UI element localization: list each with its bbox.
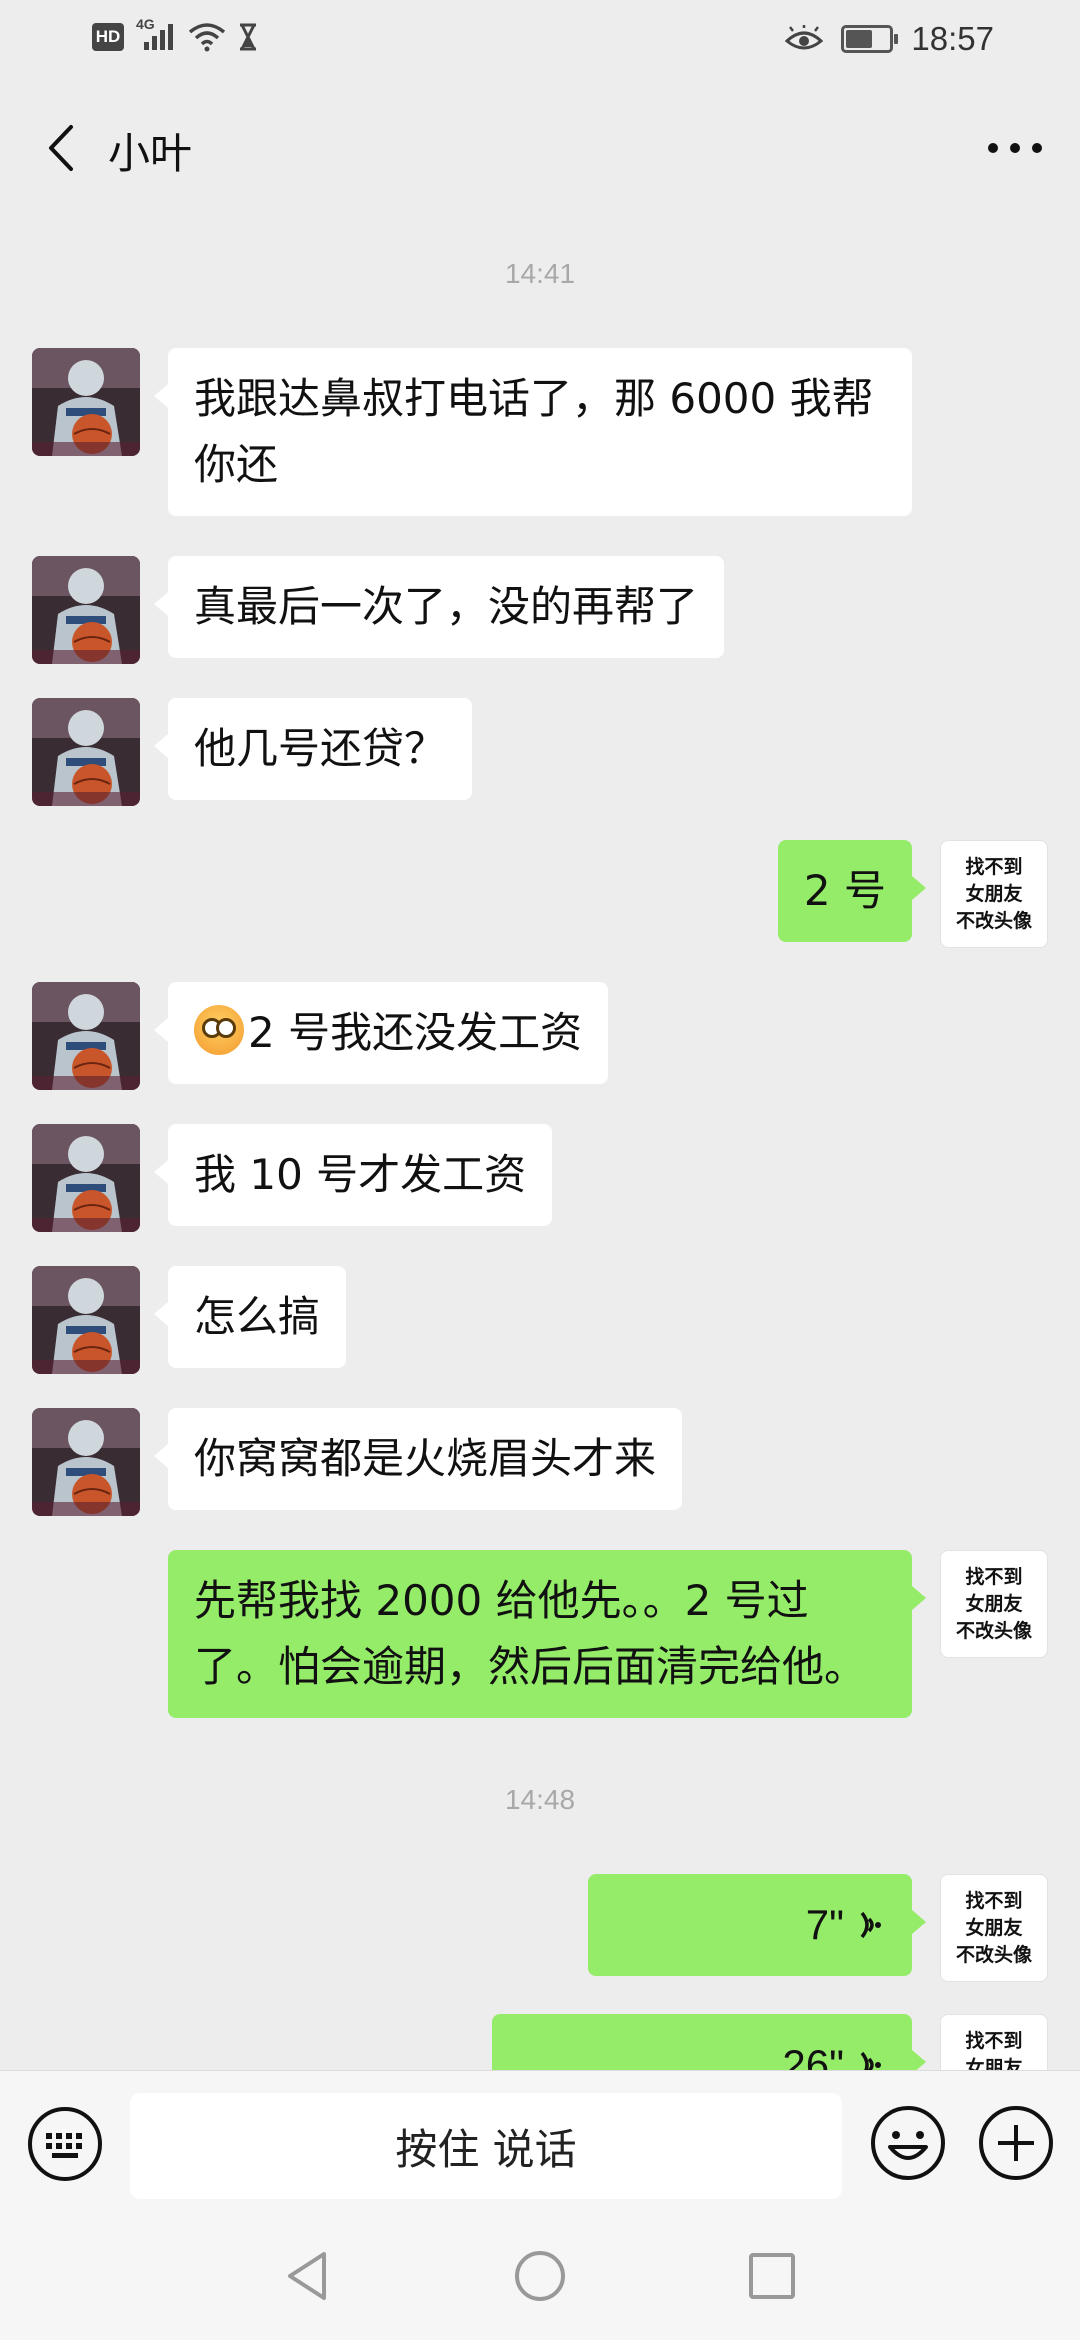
nav-back-button[interactable] — [278, 2246, 338, 2306]
battery-level-fill — [846, 30, 873, 48]
emoji-button[interactable] — [868, 2103, 948, 2183]
incoming-message[interactable]: 你窝窝都是火烧眉头才来 — [153, 1408, 683, 1510]
message-list[interactable]: 14:41 我跟达鼻叔打电话了，那 6000 我帮你还 真最后一次了，没的再帮了… — [0, 214, 1080, 2070]
status-bar: HD 4G 18:57 — [0, 0, 1080, 84]
incoming-message[interactable]: 我跟达鼻叔打电话了，那 6000 我帮你还 — [154, 348, 912, 516]
incoming-message[interactable]: 2 号我还没发工资 — [153, 982, 609, 1084]
hourglass-icon — [240, 23, 256, 51]
system-nav-bar — [0, 2212, 1080, 2340]
more-options-button[interactable] — [980, 118, 1050, 178]
voice-duration: 7" — [805, 1901, 844, 1948]
flushed-face-emoji-icon — [194, 1005, 244, 1055]
my-avatar[interactable]: 找不到 女朋友 不改头像 — [940, 840, 1048, 948]
battery-icon — [841, 25, 899, 53]
chat-title: 小叶 — [108, 129, 193, 178]
voice-wave-icon — [860, 1911, 881, 1939]
incoming-message[interactable]: 我 10 号才发工资 — [153, 1124, 553, 1226]
contact-avatar[interactable] — [32, 556, 140, 664]
incoming-message[interactable]: 怎么搞 — [153, 1266, 347, 1368]
nav-home-icon — [515, 2251, 565, 2301]
incoming-message[interactable]: 他几号还贷？ — [153, 698, 473, 800]
keyboard-icon — [28, 2107, 102, 2181]
status-left: HD 4G — [92, 16, 258, 52]
outgoing-message[interactable]: 2 号 — [777, 840, 927, 942]
timestamp: 14:41 — [504, 258, 576, 289]
nav-back-icon — [288, 2252, 326, 2300]
contact-avatar[interactable] — [32, 698, 140, 806]
eye-comfort-icon — [785, 25, 824, 50]
contact-avatar[interactable] — [32, 1408, 140, 1516]
hold-to-talk-button[interactable]: 按住 说话 — [130, 2093, 842, 2199]
voice-duration: 26" — [782, 2041, 844, 2070]
nav-recents-icon — [749, 2253, 795, 2299]
contact-avatar[interactable] — [32, 1266, 140, 1374]
chat-header: 小叶 — [0, 84, 1080, 214]
voice-wave-icon — [860, 2051, 881, 2070]
nav-recents-button[interactable] — [742, 2246, 802, 2306]
hd-badge: HD — [92, 23, 124, 51]
chevron-left-icon — [49, 125, 73, 171]
more-functions-button[interactable] — [976, 2103, 1056, 2183]
voice-message[interactable]: 7" — [588, 1874, 926, 1976]
nav-home-button[interactable] — [510, 2246, 570, 2306]
more-dots-icon — [988, 143, 1042, 153]
contact-avatar[interactable] — [32, 982, 140, 1090]
smiley-icon — [871, 2106, 945, 2180]
voice-message[interactable]: 26" — [492, 2014, 926, 2070]
timestamp: 14:48 — [504, 1784, 576, 1815]
back-button[interactable] — [30, 116, 90, 180]
status-right: 18:57 — [785, 20, 994, 58]
wifi-icon — [188, 23, 226, 52]
contact-avatar[interactable] — [32, 348, 140, 456]
my-avatar[interactable]: 找不到 女朋友 不改头像 — [940, 1874, 1048, 1982]
status-time: 18:57 — [911, 20, 994, 57]
input-bar: 按住 说话 — [0, 2070, 1080, 2212]
cell-signal-icon: 4G — [136, 16, 176, 52]
my-avatar[interactable]: 找不到 女朋友 不改头像 — [940, 1550, 1048, 1658]
plus-circle-icon — [979, 2106, 1053, 2180]
message-text: 2 号我还没发工资 — [248, 1008, 583, 1057]
my-avatar[interactable]: 找不到 女朋友 不改头像 — [940, 2014, 1048, 2070]
outgoing-message[interactable]: 先帮我找 2000 给他先。。2 号过了。怕会逾期，然后后面清完给他。 — [168, 1550, 926, 1718]
contact-avatar[interactable] — [32, 1124, 140, 1232]
incoming-message[interactable]: 真最后一次了，没的再帮了 — [153, 556, 725, 658]
keyboard-toggle-button[interactable] — [26, 2105, 104, 2183]
